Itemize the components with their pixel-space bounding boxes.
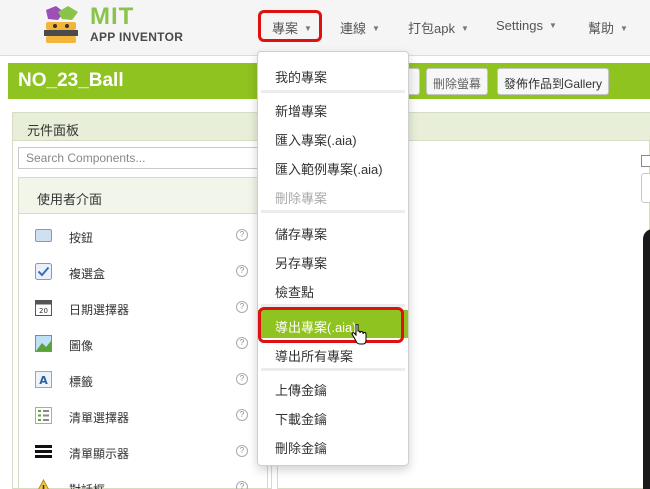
menu-item-import-project[interactable]: 匯入專案(.aia) [258, 123, 408, 151]
highlight-box-export [258, 307, 404, 343]
phone-preview [643, 229, 650, 489]
component-label: 清單選擇器 [69, 411, 130, 425]
component-label: 圖像 [69, 339, 94, 353]
component-label: 複選盒 [69, 267, 106, 281]
palette-item-list-view[interactable]: 清單顯示器 ? [19, 438, 267, 468]
palette-item-notifier[interactable]: 對話框 ? [19, 474, 267, 489]
nav-build-menu[interactable]: 打包apk ▼ [408, 18, 469, 37]
list-picker-icon [35, 407, 52, 424]
palette-item-image[interactable]: 圖像 ? [19, 330, 267, 360]
palette-item-list-picker[interactable]: 清單選擇器 ? [19, 402, 267, 432]
component-label: 對話框 [69, 481, 105, 489]
chevron-down-icon: ▼ [620, 24, 628, 33]
hand-cursor-icon [351, 324, 367, 345]
help-icon[interactable]: ? [236, 229, 248, 241]
palette-item-checkbox[interactable]: 複選盒 ? [19, 258, 267, 288]
nav-build-label: 打包apk [408, 21, 455, 36]
nav-help-menu[interactable]: 幫助 ▼ [588, 18, 628, 37]
logo-subtitle: APP INVENTOR [90, 30, 184, 44]
group-title: 使用者介面 [37, 192, 103, 207]
component-label: 日期選擇器 [69, 303, 130, 317]
menu-item-new-project[interactable]: 新增專案 [258, 94, 408, 122]
top-navigation-bar: MIT APP INVENTOR 專案 ▼ 連線 ▼ 打包apk ▼ Settings… [0, 0, 650, 56]
projects-dropdown-menu: 我的專案 新增專案 匯入專案(.aia) 匯入範例專案(.aia) 刪除專案 儲… [257, 51, 409, 466]
publish-to-gallery-button[interactable]: 發佈作品到Gallery [497, 68, 610, 95]
notifier-icon [38, 479, 49, 489]
nav-help-label: 幫助 [588, 21, 615, 36]
menu-item-delete-keystore[interactable]: 刪除金鑰 [258, 431, 408, 459]
component-label: 清單顯示器 [69, 447, 130, 461]
user-interface-group-header[interactable]: 使用者介面 [19, 178, 267, 214]
nav-connect-label: 連線 [340, 21, 367, 36]
help-icon[interactable]: ? [236, 481, 248, 489]
help-icon[interactable]: ? [236, 445, 248, 457]
help-icon[interactable]: ? [236, 409, 248, 421]
menu-item-save-as[interactable]: 另存專案 [258, 246, 408, 274]
menu-item-download-keystore[interactable]: 下載金鑰 [258, 402, 408, 430]
viewer-preview-checkbox[interactable] [641, 155, 650, 167]
logo-title: MIT [90, 3, 135, 30]
menu-item-my-projects[interactable]: 我的專案 [258, 60, 408, 88]
nav-settings-menu[interactable]: Settings ▼ [496, 18, 557, 33]
chevron-down-icon: ▼ [372, 24, 380, 33]
viewer-size-select[interactable] [641, 173, 650, 203]
help-icon[interactable]: ? [236, 373, 248, 385]
list-view-icon [35, 445, 52, 458]
palette-item-label[interactable]: A 標籤 ? [19, 366, 267, 396]
menu-item-checkpoint[interactable]: 檢查點 [258, 275, 408, 303]
palette-title: 元件面板 [27, 123, 80, 138]
component-label: 標籤 [69, 375, 94, 389]
search-components-input[interactable] [18, 147, 273, 169]
menu-item-import-template[interactable]: 匯入範例專案(.aia) [258, 152, 408, 180]
label-icon: A [35, 371, 52, 388]
svg-text:20: 20 [39, 307, 48, 315]
palette-item-button[interactable]: 按鈕 ? [19, 222, 267, 252]
app-inventor-logo[interactable]: MIT APP INVENTOR [38, 3, 188, 50]
date-picker-icon: 20 [35, 300, 52, 316]
highlight-box-projects [258, 10, 322, 42]
menu-item-save-project[interactable]: 儲存專案 [258, 217, 408, 245]
button-icon [35, 229, 52, 242]
image-icon [35, 335, 52, 352]
menu-item-upload-keystore[interactable]: 上傳金鑰 [258, 373, 408, 401]
component-label: 按鈕 [69, 231, 94, 245]
checkbox-icon [35, 263, 52, 280]
svg-text:A: A [39, 374, 48, 387]
chevron-down-icon: ▼ [548, 21, 557, 30]
project-title: NO_23_Ball [18, 70, 124, 91]
bee-logo-icon [44, 6, 78, 43]
menu-divider [261, 90, 405, 93]
palette-header: 元件面板 [13, 113, 271, 141]
help-icon[interactable]: ? [236, 265, 248, 277]
menu-item-export-all[interactable]: 導出所有專案 [258, 339, 408, 367]
nav-settings-label: Settings [496, 18, 543, 33]
help-icon[interactable]: ? [236, 337, 248, 349]
chevron-down-icon: ▼ [460, 24, 469, 33]
palette-panel: 元件面板 使用者介面 按鈕 ? 複選盒 ? 20 日期選擇器 ? 圖像 ? A … [12, 112, 273, 489]
menu-item-delete-project: 刪除專案 [275, 191, 328, 206]
menu-divider [261, 210, 405, 213]
nav-connect-menu[interactable]: 連線 ▼ [340, 18, 380, 37]
delete-screen-button[interactable]: 刪除螢幕 [426, 68, 489, 95]
help-icon[interactable]: ? [236, 301, 248, 313]
component-list: 使用者介面 按鈕 ? 複選盒 ? 20 日期選擇器 ? 圖像 ? A 標籤 ? [18, 177, 268, 489]
palette-item-date-picker[interactable]: 20 日期選擇器 ? [19, 294, 267, 324]
menu-divider [261, 368, 405, 371]
